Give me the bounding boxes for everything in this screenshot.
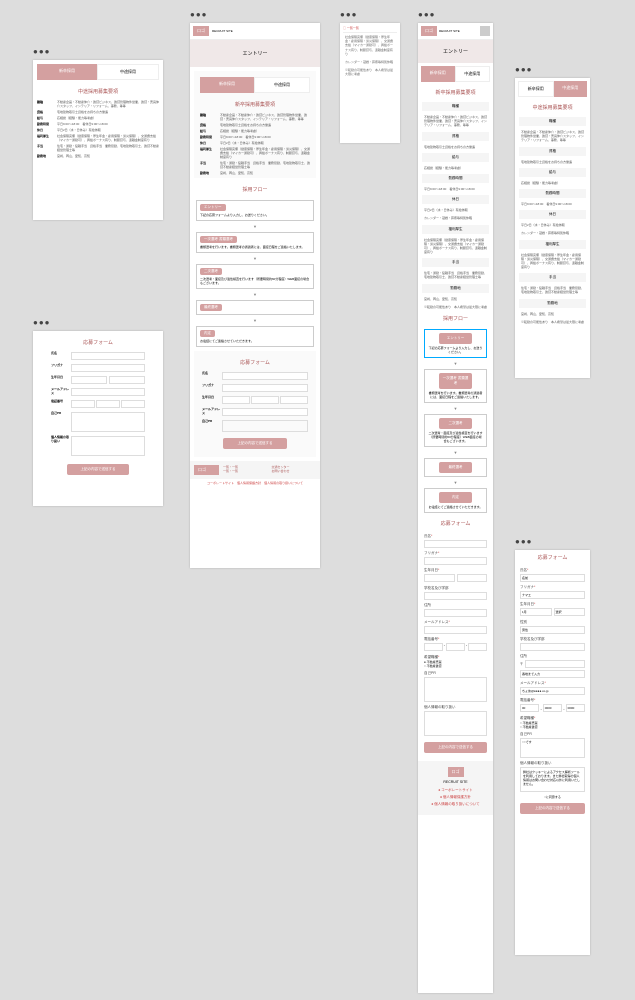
ta-pr[interactable]	[71, 412, 145, 432]
flow-entry[interactable]: エントリー下記の応募フォームより入力し、お送りください。	[424, 329, 487, 358]
f6: 新卒採用中途採用 中途採用募集要項 職種不動産企画・不動産仲介・賃貸ビジネス、賃…	[515, 78, 590, 378]
dots: ●●●	[515, 537, 533, 546]
tab-mid[interactable]: 中途採用	[97, 64, 159, 80]
agree-check[interactable]: ○に同意する	[523, 795, 582, 799]
submit[interactable]: 上記の内容で送信する	[67, 464, 129, 475]
footer-corp[interactable]: ♠ コーポレートサイト	[424, 788, 487, 793]
footer-pii[interactable]: ♠ 個人情報の取り扱いについて	[424, 802, 487, 807]
dots: ●●●	[418, 10, 436, 19]
form-title: 応募フォーム	[37, 335, 159, 350]
dots: ●●●	[190, 10, 208, 19]
banner: エントリー	[190, 40, 320, 67]
f5: ロゴRECRUIT SITE エントリー 新卒採用中途採用 新卒採用募集要項 職…	[418, 23, 493, 993]
f3: ロゴRECRUIT SITE エントリー 新卒採用中途採用 新卒採用募集要項 職…	[190, 23, 320, 568]
tab-new[interactable]: 新卒採用	[37, 64, 97, 80]
footer-privacy[interactable]: ♠ 個人情報保護方針	[424, 795, 487, 800]
in-kana[interactable]	[71, 364, 145, 372]
f1: 新卒採用中途採用 中途採用募集要項 職種不動産企画・不動産仲介・賃貸ビジネス、賃…	[33, 60, 163, 220]
dots: ●●●	[33, 318, 51, 327]
hamburger-icon[interactable]	[480, 26, 490, 36]
logo[interactable]: ロゴ	[193, 26, 209, 36]
dots: ●●●	[515, 65, 533, 74]
f2: 応募フォーム 氏名 フリガナ 生年月日 メールアドレス 電話番号 自己PR 個人…	[33, 331, 163, 506]
in-name[interactable]	[71, 352, 145, 360]
dots: ●●●	[340, 10, 358, 19]
dots: ●●●	[33, 47, 51, 56]
req-title: 中途採用募集要項	[33, 84, 163, 99]
f7: 応募フォーム 氏名*名前 フリガナ*ナマエ 生年月日*1月選択 性別男性 学校名…	[515, 550, 590, 955]
radio-2[interactable]: ○ 不動産賃貸	[520, 725, 585, 729]
f4: ◯ 一覧一覧 社会保険完備（健康保険・厚生年金・雇用保険・労災保険）、交通費支給…	[340, 23, 400, 143]
